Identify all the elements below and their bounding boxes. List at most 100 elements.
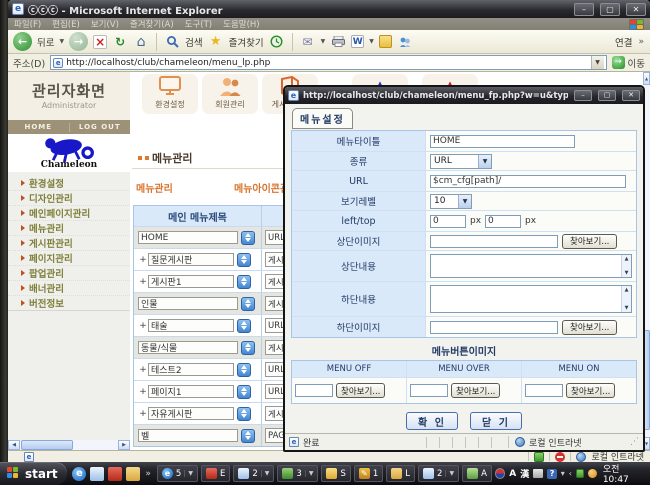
tray-collapse-icon[interactable]: ‹ [569,469,572,478]
taskbar-button-app[interactable]: A [462,465,492,482]
sidebar-item-menu[interactable]: 메뉴관리 [8,221,130,236]
menu-off-input[interactable] [295,384,333,397]
sort-updown-button[interactable] [241,429,255,443]
menu-name-input[interactable] [148,385,234,398]
start-button[interactable]: start [0,462,67,485]
menu-favorites[interactable]: 즐겨찾기(A) [130,18,174,30]
menu-name-input[interactable] [148,363,234,376]
scrollbar-track[interactable] [73,440,118,450]
type-select[interactable]: URL▼ [430,154,492,169]
sort-updown-button[interactable] [237,275,251,289]
mail-icon[interactable]: ✉ [300,34,316,50]
menu-name-input[interactable] [138,341,238,354]
menu-over-input[interactable] [410,384,448,397]
popup-close-button[interactable]: ✕ [622,90,640,101]
bottom-image-input[interactable] [430,321,558,334]
scrollbar-thumb[interactable] [21,440,73,450]
taskbar-button-docs2[interactable]: 2▼ [418,465,459,482]
sort-updown-button[interactable] [237,319,251,333]
scroll-down-icon[interactable]: ▼ [625,305,629,311]
back-icon[interactable]: ← [13,32,32,51]
favorites-star-icon[interactable]: ★ [208,34,224,50]
search-icon[interactable] [164,34,180,50]
textarea-scrollbar[interactable]: ▲▼ [621,255,631,277]
bottom-content-textarea[interactable]: ▲▼ [430,285,632,313]
sort-updown-button[interactable] [237,385,251,399]
home-link[interactable]: HOME [8,123,69,131]
desktop-quicklaunch-icon[interactable] [90,467,104,481]
menu-title-input[interactable] [430,135,575,148]
sort-updown-button[interactable] [241,231,255,245]
favorites-label[interactable]: 즐겨찾기 [229,35,264,49]
close-button[interactable]: 닫 기 [470,412,522,430]
popup-titlebar[interactable]: e http://localhost/club/chameleon/menu_f… [285,87,643,104]
links-label[interactable]: 연결 [615,35,632,49]
taskbar-button-folder[interactable]: L [386,465,415,482]
ie-quicklaunch-icon[interactable]: e [72,467,86,481]
back-dropdown-icon[interactable]: ▼ [59,38,64,45]
scroll-right-icon[interactable]: ▶ [118,440,130,450]
print-icon[interactable] [330,34,346,50]
menu-name-input[interactable] [138,429,238,442]
sort-updown-button[interactable] [241,341,255,355]
edit-dropdown-icon[interactable]: ▼ [369,38,374,45]
logout-link[interactable]: LOG OUT [70,123,131,131]
scroll-up-icon[interactable]: ▲ [625,287,629,293]
sort-updown-button[interactable] [237,407,251,421]
quicklaunch-chevron-icon[interactable]: » [145,469,151,479]
top-content-textarea[interactable]: ▲▼ [430,254,632,278]
tray-clock-icon[interactable] [588,469,596,478]
keyboard-icon[interactable] [533,469,543,478]
ime-mode-a[interactable]: A [509,469,516,479]
menu-tools[interactable]: 도구(T) [185,18,212,30]
top-input[interactable] [485,215,521,228]
scroll-up-icon[interactable]: ▲ [643,72,650,85]
menu-file[interactable]: 파일(F) [14,18,41,30]
resize-grip[interactable]: ⋰ [630,437,639,447]
menu-name-input[interactable] [138,231,238,244]
forward-icon[interactable]: → [69,32,88,51]
sidebar-item-board[interactable]: 게시판관리 [8,236,130,251]
tab-menu-manage[interactable]: 메뉴관리 [136,180,173,195]
sidebar-item-popup[interactable]: 팝업관리 [8,266,130,281]
korean-ime-flag-icon[interactable] [495,468,505,479]
popup-minimize-button[interactable]: – [574,90,592,101]
ime-expand-icon[interactable]: ▾ [561,469,565,478]
taskbar-button-ie-group[interactable]: e5▼ [157,465,198,482]
sort-updown-button[interactable] [237,363,251,377]
ime-hanja[interactable]: 漢 [520,467,529,480]
menu-name-input[interactable] [138,297,238,310]
address-input[interactable]: e http://localhost/club/chameleon/menu_l… [50,55,606,70]
sidebar-item-design[interactable]: 디자인관리 [8,191,130,206]
back-label[interactable]: 뒤로 [37,35,54,49]
sidebar-item-page[interactable]: 페이지관리 [8,251,130,266]
menu-help[interactable]: 도움말(H) [223,18,259,30]
help-icon[interactable]: ? [547,469,556,479]
search-label[interactable]: 검색 [185,35,202,49]
taskbar-button-notes[interactable]: S [321,465,350,482]
sidebar-item-version[interactable]: 버전정보 [8,296,130,311]
icon-card-settings[interactable]: 환경설정 [142,74,198,114]
messenger-icon[interactable] [397,34,413,50]
browser-titlebar[interactable]: e ⓒⓒⓒ - Microsoft Internet Explorer – ▢ … [8,0,650,18]
maximize-button[interactable]: ▢ [600,3,620,16]
stop-icon[interactable]: × [93,35,107,49]
scroll-up-icon[interactable]: ▲ [625,256,629,262]
left-input[interactable] [430,215,466,228]
menu-name-input[interactable] [148,319,234,332]
browse-button[interactable]: 찾아보기... [566,383,615,398]
history-icon[interactable] [269,34,285,50]
edit-word-icon[interactable]: W [351,35,364,48]
ok-button[interactable]: 확 인 [406,412,458,430]
mail-dropdown-icon[interactable]: ▼ [321,38,326,45]
view-level-select[interactable]: 10▼ [430,194,472,209]
popup-maximize-button[interactable]: ▢ [598,90,616,101]
icon-card-members[interactable]: 회원관리 [202,74,258,114]
taskbar-button-docs[interactable]: 2▼ [233,465,274,482]
taskbar-button-explorer[interactable]: E [201,465,230,482]
menu-edit[interactable]: 편집(E) [52,18,80,30]
textarea-scrollbar[interactable]: ▲▼ [621,286,631,312]
sort-updown-button[interactable] [241,297,255,311]
home-icon[interactable]: ⌂ [133,34,149,50]
scroll-left-icon[interactable]: ◀ [8,440,20,450]
